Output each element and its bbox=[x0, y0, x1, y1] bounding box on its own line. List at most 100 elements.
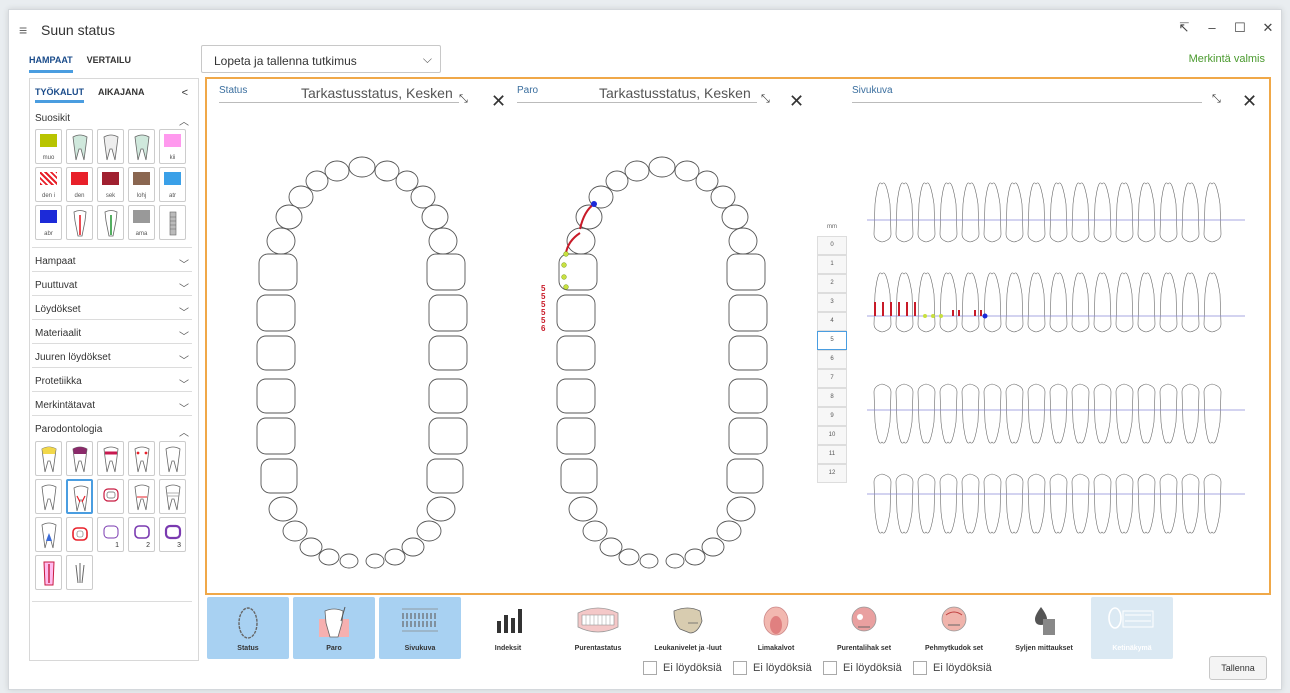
mm-cell[interactable]: 1 bbox=[817, 255, 847, 274]
checkbox-box[interactable] bbox=[823, 661, 837, 675]
side-view-chart[interactable] bbox=[867, 174, 1247, 554]
mm-cell[interactable]: 8 bbox=[817, 388, 847, 407]
divider bbox=[32, 343, 192, 344]
tooth-plaque-icon[interactable] bbox=[35, 441, 62, 476]
save-button[interactable]: Tallenna bbox=[1209, 656, 1267, 680]
tooth-icon[interactable] bbox=[159, 441, 186, 476]
purentastatus-button[interactable]: Purentastatus bbox=[557, 597, 639, 659]
tool-atr[interactable]: atr bbox=[159, 167, 186, 202]
tab-hampaat[interactable]: HAMPAAT bbox=[29, 55, 73, 73]
pin-icon[interactable]: ↸ bbox=[1177, 20, 1191, 36]
section-puuttuvat[interactable]: Puuttuvat ﹀ bbox=[35, 280, 193, 295]
mm-cell[interactable]: 2 bbox=[817, 274, 847, 293]
tool-den[interactable]: den bbox=[66, 167, 93, 202]
tooth-icon[interactable] bbox=[35, 479, 62, 514]
sivukuva-view-button[interactable]: Sivukuva bbox=[379, 597, 461, 659]
tab-vertailu[interactable]: VERTAILU bbox=[87, 55, 131, 73]
tooth-icon[interactable] bbox=[66, 129, 93, 164]
syljen-mittaukset-button[interactable]: Syljen mittaukset bbox=[1003, 597, 1085, 659]
tooth-recession-icon[interactable] bbox=[97, 479, 124, 514]
status-view-button[interactable]: Status bbox=[207, 597, 289, 659]
mm-cell[interactable]: 12 bbox=[817, 464, 847, 483]
section-parodontologia[interactable]: Parodontologia ︿ bbox=[35, 424, 193, 439]
tool-den-i[interactable]: den i bbox=[35, 167, 62, 202]
minimize-icon[interactable]: – bbox=[1205, 20, 1219, 36]
chart-area: Status Tarkastusstatus, Kesken ⤡ ✕ Paro … bbox=[205, 77, 1271, 595]
tool-muo[interactable]: muo bbox=[35, 129, 62, 164]
paro-odontogram[interactable] bbox=[532, 149, 792, 569]
ketinakyma-button[interactable]: Ketinäkymä bbox=[1091, 597, 1173, 659]
status-odontogram[interactable] bbox=[237, 149, 487, 569]
tooth-pus-icon[interactable] bbox=[128, 441, 155, 476]
expand-icon[interactable]: ⤡ bbox=[761, 93, 770, 106]
section-protetiikka[interactable]: Protetiikka ﹀ bbox=[35, 376, 193, 391]
indeksit-button[interactable]: Indeksit bbox=[467, 597, 549, 659]
tooth-bridge-icon[interactable] bbox=[159, 479, 186, 514]
tooth-icon[interactable] bbox=[97, 129, 124, 164]
no-findings-checkbox[interactable]: Ei löydöksiä bbox=[733, 661, 812, 675]
maximize-icon[interactable]: ☐ bbox=[1233, 20, 1247, 36]
mm-cell-selected[interactable]: 5 bbox=[817, 331, 847, 350]
mm-cell[interactable]: 0 bbox=[817, 236, 847, 255]
implant-icon[interactable] bbox=[159, 205, 186, 240]
no-findings-checkbox[interactable]: Ei löydöksiä bbox=[823, 661, 902, 675]
limakalvot-button[interactable]: Limakalvot bbox=[735, 597, 817, 659]
roots-icon[interactable] bbox=[66, 555, 93, 590]
tooth-bleeding-icon[interactable] bbox=[97, 441, 124, 476]
divider bbox=[32, 415, 192, 416]
checkbox-box[interactable] bbox=[643, 661, 657, 675]
section-loydokset[interactable]: Löydökset ﹀ bbox=[35, 304, 193, 319]
no-findings-checkbox[interactable]: Ei löydöksiä bbox=[913, 661, 992, 675]
close-icon[interactable]: ✕ bbox=[1261, 20, 1275, 36]
tooth-mobility-icon[interactable] bbox=[128, 479, 155, 514]
section-materiaalit[interactable]: Materiaalit ﹀ bbox=[35, 328, 193, 343]
divider bbox=[32, 319, 192, 320]
mm-cell[interactable]: 4 bbox=[817, 312, 847, 331]
furcation-red-icon[interactable] bbox=[66, 517, 93, 552]
hamburger-icon[interactable]: ≡ bbox=[19, 22, 27, 38]
tooth-gingiva-icon[interactable] bbox=[66, 441, 93, 476]
checkbox-box[interactable] bbox=[913, 661, 927, 675]
mm-cell[interactable]: 6 bbox=[817, 350, 847, 369]
tool-sek[interactable]: sek bbox=[97, 167, 124, 202]
leukanivelet-button[interactable]: Leukanivelet ja -luut bbox=[647, 597, 729, 659]
pehmytkudokset-button[interactable]: Pehmytkudok set bbox=[913, 597, 995, 659]
section-suosikit[interactable]: Suosikit ︿ bbox=[35, 113, 193, 128]
mm-cell[interactable]: 10 bbox=[817, 426, 847, 445]
collapse-panel-button[interactable]: < bbox=[182, 87, 188, 99]
section-merkintatavat[interactable]: Merkintätavat ﹀ bbox=[35, 400, 193, 415]
tool-abr[interactable]: abr bbox=[35, 205, 62, 240]
close-panel-icon[interactable]: ✕ bbox=[789, 91, 804, 112]
tooth-icon[interactable] bbox=[128, 129, 155, 164]
section-juuren-loydokset[interactable]: Juuren löydökset ﹀ bbox=[35, 352, 193, 367]
purentalihakset-button[interactable]: Purentalihak set bbox=[823, 597, 905, 659]
mm-cell[interactable]: 9 bbox=[817, 407, 847, 426]
section-hampaat[interactable]: Hampaat ﹀ bbox=[35, 256, 193, 271]
tooth-furcation-icon[interactable] bbox=[66, 479, 93, 514]
tab-tyokalut[interactable]: TYÖKALUT bbox=[35, 87, 84, 103]
close-panel-icon[interactable]: ✕ bbox=[1242, 91, 1257, 112]
tool-kii[interactable]: kii bbox=[159, 129, 186, 164]
root-canal-icon[interactable] bbox=[66, 205, 93, 240]
action-dropdown[interactable]: Lopeta ja tallenna tutkimus ⌵ bbox=[201, 45, 441, 73]
furcation-grade-2-icon[interactable]: 2 bbox=[128, 517, 155, 552]
expand-icon[interactable]: ⤡ bbox=[1212, 93, 1221, 106]
furcation-grade-1-icon[interactable]: 1 bbox=[97, 517, 124, 552]
mm-cell[interactable]: 7 bbox=[817, 369, 847, 388]
chevron-down-icon: ﹀ bbox=[179, 332, 189, 343]
no-findings-checkbox[interactable]: Ei löydöksiä bbox=[643, 661, 722, 675]
furcation-grade-3-icon[interactable]: 3 bbox=[159, 517, 186, 552]
checkbox-box[interactable] bbox=[733, 661, 747, 675]
tool-ama[interactable]: ama bbox=[128, 205, 155, 240]
root-canal-icon[interactable] bbox=[97, 205, 124, 240]
close-panel-icon[interactable]: ✕ bbox=[491, 91, 506, 112]
paro-view-button[interactable]: Paro bbox=[293, 597, 375, 659]
mm-cell[interactable]: 11 bbox=[817, 445, 847, 464]
root-red-icon[interactable] bbox=[35, 555, 62, 590]
app-window: ≡ Suun status ↸ – ☐ ✕ HAMPAAT VERTAILU L… bbox=[8, 9, 1282, 690]
mm-cell[interactable]: 3 bbox=[817, 293, 847, 312]
expand-icon[interactable]: ⤡ bbox=[459, 93, 468, 106]
tooth-implant-icon[interactable] bbox=[35, 517, 62, 552]
tool-lohj[interactable]: lohj bbox=[128, 167, 155, 202]
tab-aikajana[interactable]: AIKAJANA bbox=[98, 87, 145, 103]
